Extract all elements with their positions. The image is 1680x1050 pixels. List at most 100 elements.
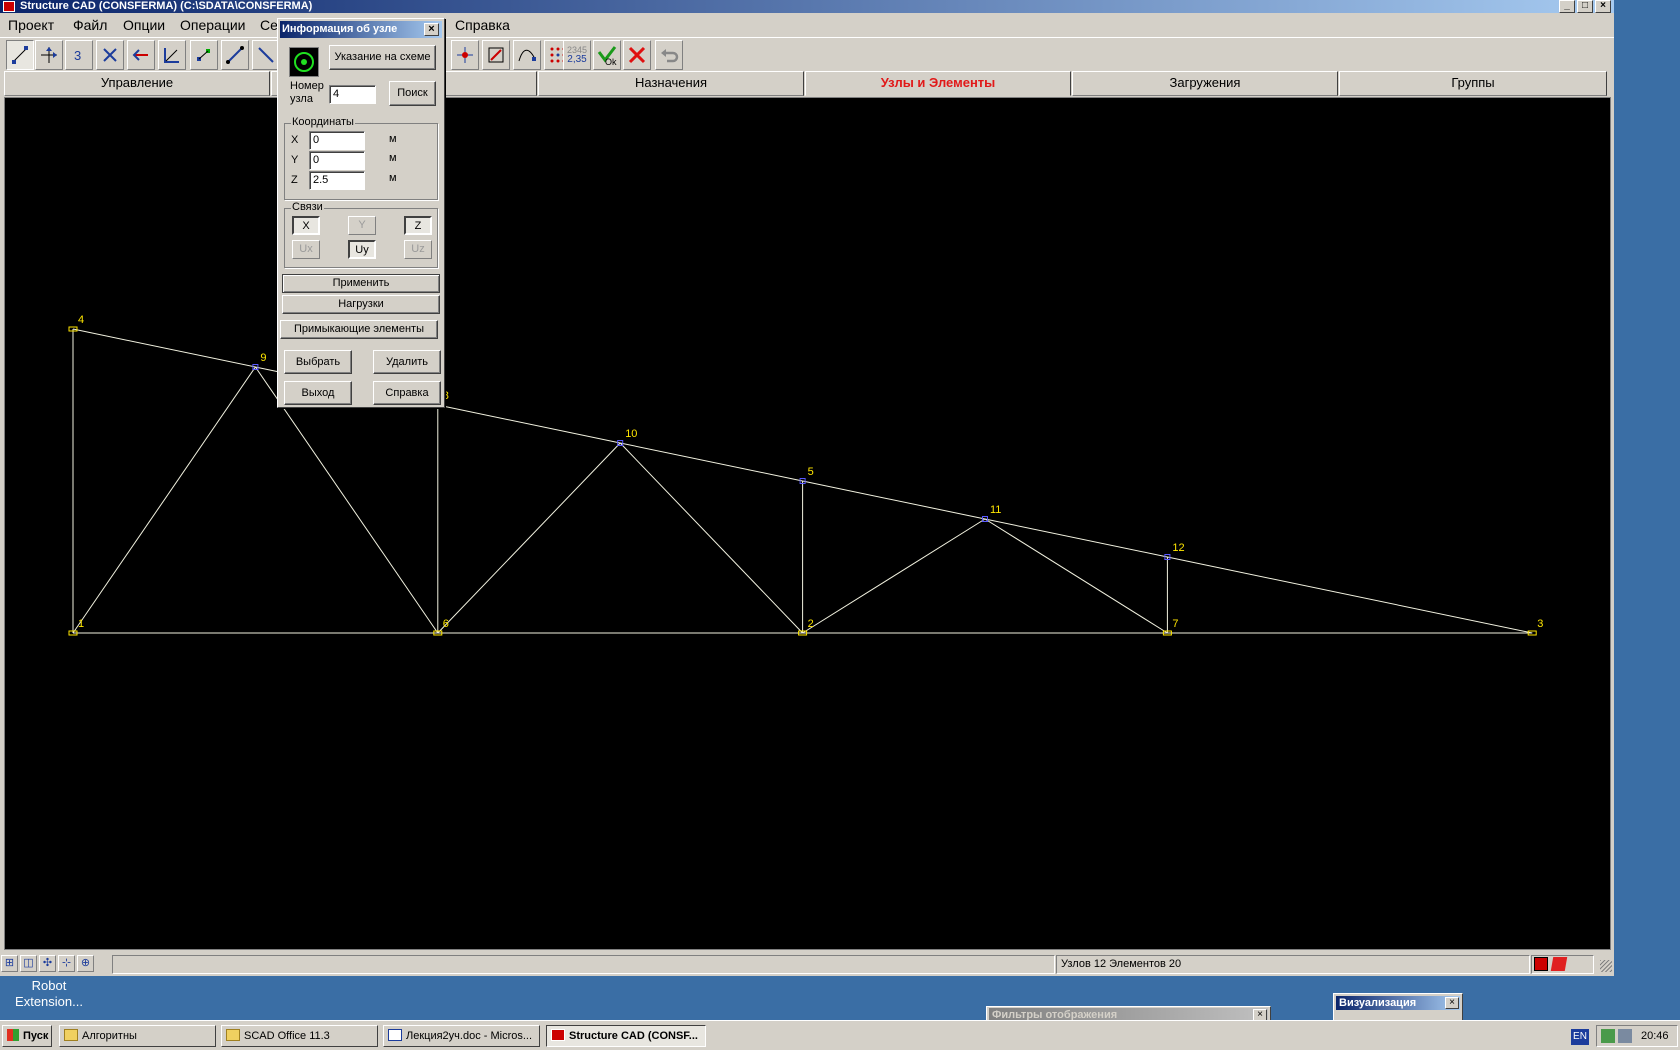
menu-project[interactable]: Проект: [8, 16, 54, 34]
menu-service[interactable]: Се: [260, 16, 278, 34]
search-button[interactable]: Поиск: [389, 81, 436, 106]
view-mode-3-icon[interactable]: ✣: [39, 955, 56, 972]
visualization-close-icon[interactable]: ×: [1445, 997, 1459, 1009]
task-item-active[interactable]: Structure CAD (CONSF...: [546, 1025, 706, 1047]
tab-control[interactable]: Управление: [4, 71, 270, 96]
adjacent-elements-button[interactable]: Примыкающие элементы: [280, 320, 438, 339]
node-number-input[interactable]: 4: [329, 85, 376, 104]
curve-tool[interactable]: [513, 40, 541, 70]
element-select-tool[interactable]: [252, 40, 280, 70]
element-line[interactable]: [72, 328, 256, 368]
taskbar: Пуск Алгоритны SCAD Office 11.3 Лекция2у…: [0, 1020, 1680, 1050]
element-line[interactable]: [1167, 556, 1533, 634]
view-mode-2-icon[interactable]: ◫: [20, 955, 37, 972]
node-label: 4: [78, 314, 84, 326]
tab-groups[interactable]: Группы: [1339, 71, 1607, 96]
link-uy-toggle[interactable]: Uy: [348, 240, 376, 259]
tab-loadings[interactable]: Загружения: [1072, 71, 1338, 96]
node-move-tool[interactable]: [35, 40, 63, 70]
element-line[interactable]: [984, 518, 1168, 558]
y-coordinate-input[interactable]: 0: [309, 151, 365, 170]
minimize-button[interactable]: _: [1559, 0, 1575, 13]
apply-ok-icon: Ok: [597, 46, 617, 66]
desktop-robot-extension[interactable]: Robot Extension...: [4, 978, 94, 1010]
element-line[interactable]: [620, 442, 803, 482]
node-label: 5: [808, 466, 814, 478]
x-coordinate-input[interactable]: 0: [309, 131, 365, 150]
edit-points-tool[interactable]: [482, 40, 510, 70]
truss-model[interactable]: 1 6 2 7 34981051112: [5, 98, 1610, 949]
toolbar: 3 2345 2,35 Ok: [0, 37, 1614, 71]
node-label: 12: [1172, 542, 1184, 554]
status-summary: Узлов 12 Элементов 20: [1056, 955, 1530, 974]
node-create-tool[interactable]: [6, 40, 34, 70]
element-line[interactable]: [802, 480, 986, 520]
loads-button[interactable]: Нагрузки: [282, 295, 440, 314]
network-icon[interactable]: [1618, 1029, 1632, 1043]
node-join-tool[interactable]: [127, 40, 155, 70]
element-add-tool[interactable]: [221, 40, 249, 70]
link-ux-toggle[interactable]: Ux: [292, 240, 320, 259]
resize-grip-icon[interactable]: [1600, 960, 1612, 972]
element-add-icon: [226, 46, 244, 64]
tab-assignments[interactable]: Назначения: [538, 71, 804, 96]
delete-button[interactable]: Удалить: [373, 350, 441, 374]
cancel-icon: [628, 46, 646, 64]
element-line[interactable]: [437, 442, 621, 634]
undo-icon: [661, 49, 679, 63]
svg-text:3: 3: [74, 48, 81, 63]
element-line[interactable]: [984, 518, 1168, 634]
model-canvas[interactable]: 1 6 2 7 3 4 9 8 10 5 11 12: [4, 97, 1611, 950]
task-item[interactable]: Лекция2уч.doc - Micros...: [383, 1025, 540, 1047]
node-axis-tool[interactable]: [158, 40, 186, 70]
node-label: 1: [78, 618, 84, 630]
maximize-button[interactable]: □: [1577, 0, 1593, 13]
apply-button[interactable]: Применить: [282, 274, 440, 293]
visual-mode-icon[interactable]: [1534, 957, 1548, 971]
tray-app-icon[interactable]: [1601, 1029, 1615, 1043]
menu-operations[interactable]: Операции: [180, 16, 246, 34]
undo-tool[interactable]: [655, 40, 683, 70]
pick-on-scheme-button[interactable]: Указание на схеме: [329, 45, 436, 70]
task-item[interactable]: SCAD Office 11.3: [221, 1025, 378, 1047]
node-create-icon: [12, 46, 28, 64]
start-button[interactable]: Пуск: [2, 1025, 52, 1047]
tab-nodes-elements[interactable]: Узлы и Элементы: [805, 71, 1071, 96]
node-delete-tool[interactable]: [96, 40, 124, 70]
task-item[interactable]: Алгоритны: [59, 1025, 216, 1047]
links-group: Связи X Y Z Ux Uy Uz: [284, 201, 438, 268]
link-z-toggle[interactable]: Z: [404, 216, 432, 235]
element-line[interactable]: [72, 366, 256, 634]
dialog-close-button[interactable]: ×: [424, 23, 439, 36]
help-button[interactable]: Справка: [373, 381, 441, 405]
z-coordinate-input[interactable]: 2.5: [309, 171, 365, 190]
apply-ok-tool[interactable]: Ok: [593, 40, 621, 70]
element-line[interactable]: [619, 442, 803, 634]
select-button[interactable]: Выбрать: [284, 350, 352, 374]
exit-button[interactable]: Выход: [284, 381, 352, 405]
close-button[interactable]: ×: [1595, 0, 1611, 13]
menu-options[interactable]: Опции: [123, 16, 165, 34]
cancel-tool[interactable]: [623, 40, 651, 70]
node-delete-icon: [103, 48, 117, 62]
element-edit-tool[interactable]: [451, 40, 479, 70]
visualization-window[interactable]: Визуализация ×: [1333, 993, 1463, 1021]
link-x-toggle[interactable]: X: [292, 216, 320, 235]
view-mode-5-icon[interactable]: ⊕: [77, 955, 94, 972]
cube-icon[interactable]: [1550, 957, 1568, 971]
menu-help[interactable]: Справка: [455, 16, 510, 34]
menu-file[interactable]: Файл: [73, 16, 107, 34]
element-line[interactable]: [802, 518, 986, 634]
view-mode-1-icon[interactable]: ⊞: [1, 955, 18, 972]
element-edit-icon: [457, 47, 473, 63]
node-grid-icon: [197, 49, 210, 61]
link-uz-toggle[interactable]: Uz: [404, 240, 432, 259]
display-filters-window[interactable]: Фильтры отображения ×: [986, 1006, 1271, 1021]
link-y-toggle[interactable]: Y: [348, 216, 376, 235]
node-grid-tool[interactable]: [190, 40, 218, 70]
element-line[interactable]: [437, 404, 621, 444]
numbering-tool[interactable]: 2345 2,35: [563, 40, 591, 70]
language-indicator[interactable]: EN: [1571, 1029, 1589, 1045]
view-mode-4-icon[interactable]: ⊹: [58, 955, 75, 972]
node-number-tool[interactable]: 3: [65, 40, 93, 70]
